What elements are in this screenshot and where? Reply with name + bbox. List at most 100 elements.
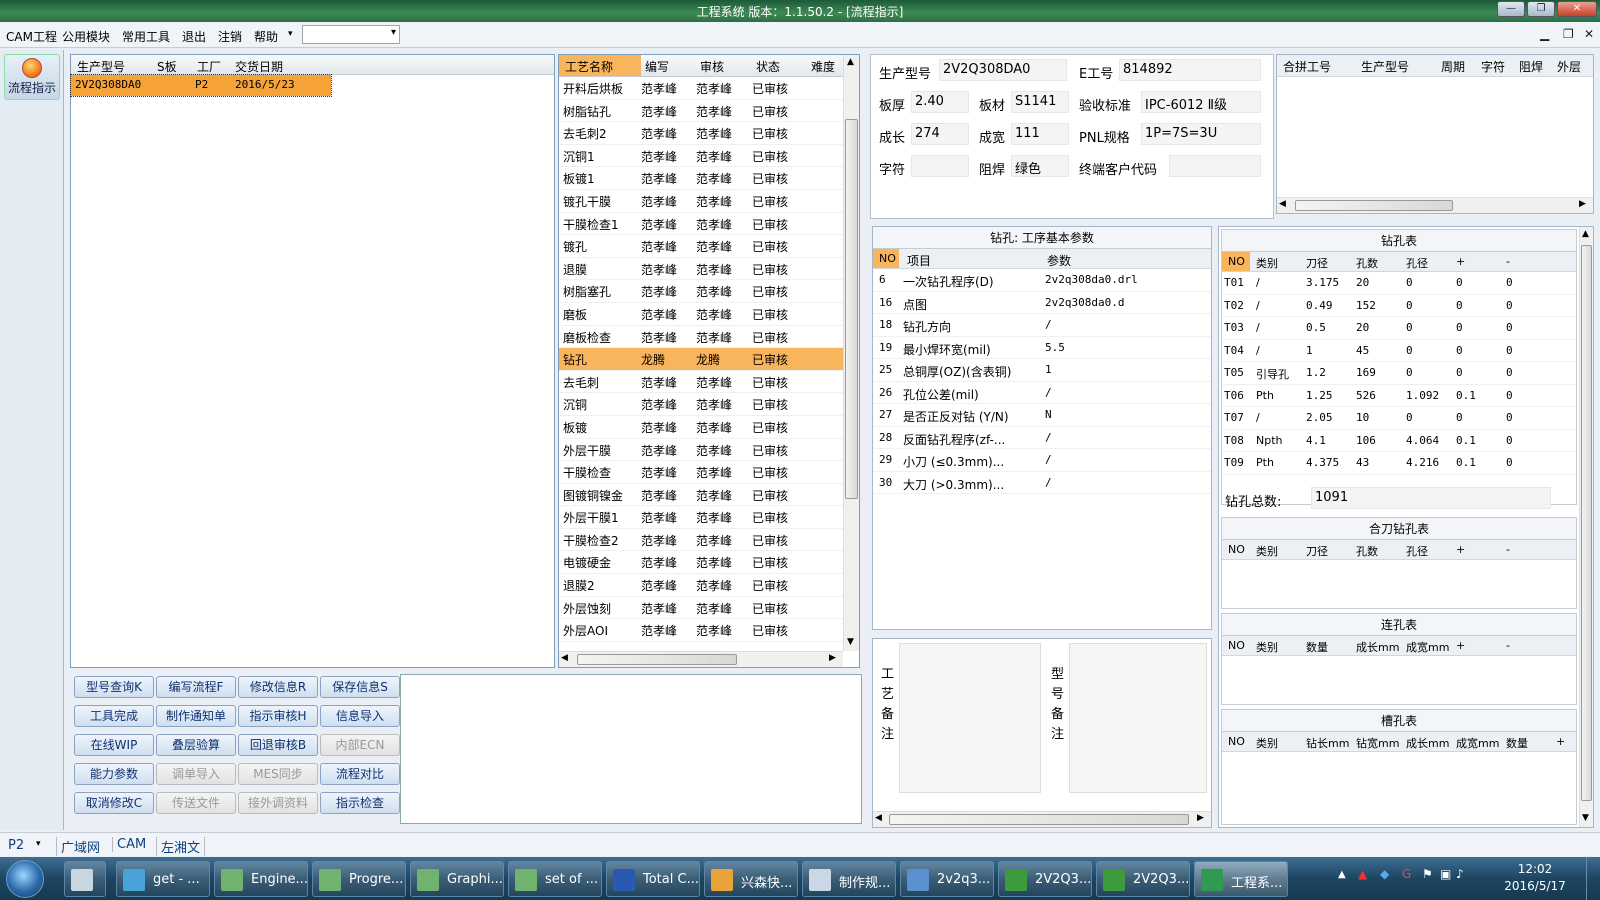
- knife-col[interactable]: 类别: [1256, 543, 1278, 559]
- col-combine-eno[interactable]: 合拼工号: [1283, 58, 1331, 75]
- action-button[interactable]: 指示审核H: [238, 705, 318, 727]
- chevron-down-icon[interactable]: ▾: [288, 29, 293, 39]
- process-row[interactable]: 去毛刺2 范孝峰 范孝峰 已审核: [559, 122, 843, 145]
- process-row[interactable]: 树脂塞孔 范孝峰 范孝峰 已审核: [559, 280, 843, 303]
- knife-col[interactable]: 孔数: [1356, 543, 1378, 559]
- eno-field[interactable]: 814892: [1119, 59, 1261, 81]
- message-area[interactable]: [400, 674, 862, 824]
- scroll-left-icon[interactable]: ◀: [875, 813, 882, 823]
- col-s-board[interactable]: S板: [157, 58, 177, 75]
- remarks-hscroll-thumb[interactable]: [889, 814, 1189, 825]
- col-combine-mask[interactable]: 阻焊: [1519, 58, 1543, 75]
- lian-col[interactable]: 类别: [1256, 639, 1278, 655]
- action-button[interactable]: 指示检查: [320, 792, 400, 814]
- col-status[interactable]: 状态: [756, 58, 780, 75]
- taskbar-item[interactable]: Total C...: [606, 861, 700, 897]
- process-row[interactable]: 沉铜 范孝峰 范孝峰 已审核: [559, 393, 843, 416]
- params-row[interactable]: 27 是否正反对钻 (Y/N) N: [873, 404, 1211, 427]
- action-button[interactable]: 叠层验算: [156, 734, 236, 756]
- mdi-restore-icon[interactable]: ❐: [1563, 27, 1574, 41]
- cao-col[interactable]: 类别: [1256, 735, 1278, 751]
- process-row[interactable]: 外层AOI 范孝峰 范孝峰 已审核: [559, 619, 843, 642]
- scroll-right-icon[interactable]: ▶: [1197, 813, 1204, 823]
- taskbar-item[interactable]: 2V2Q3...: [998, 861, 1092, 897]
- process-row[interactable]: 干膜检查 范孝峰 范孝峰 已审核: [559, 461, 843, 484]
- cao-col[interactable]: 成长mm: [1406, 735, 1449, 751]
- scroll-down-icon[interactable]: ▼: [1582, 813, 1589, 823]
- status-cam[interactable]: CAM: [112, 837, 146, 852]
- standard-field[interactable]: IPC-6012 Ⅱ级: [1141, 91, 1261, 113]
- process-row[interactable]: 图镀铜镍金 范孝峰 范孝峰 已审核: [559, 484, 843, 507]
- params-row[interactable]: 18 钻孔方向 /: [873, 314, 1211, 337]
- params-row[interactable]: 28 反面钻孔程序(zf-... /: [873, 427, 1211, 449]
- taskbar-item[interactable]: set of ...: [508, 861, 602, 897]
- process-row[interactable]: 磨板 范孝峰 范孝峰 已审核: [559, 303, 843, 326]
- action-button[interactable]: 编写流程F: [156, 676, 236, 698]
- tray-network-icon[interactable]: ▣: [1440, 867, 1451, 881]
- scroll-right-icon[interactable]: ▶: [1579, 199, 1586, 209]
- status-network[interactable]: 广域网: [56, 837, 100, 856]
- col-difficulty[interactable]: 难度: [811, 58, 835, 75]
- taskbar-item[interactable]: Progre...: [312, 861, 406, 897]
- params-row[interactable]: 6 一次钻孔程序(D) 2v2q308da0.drl: [873, 269, 1211, 292]
- lian-col[interactable]: 成宽mm: [1406, 639, 1449, 655]
- combine-hscroll-thumb[interactable]: [1295, 200, 1453, 211]
- menu-help[interactable]: 帮助: [254, 28, 278, 45]
- knife-col[interactable]: -: [1506, 543, 1510, 556]
- params-row[interactable]: 30 大刀 (>0.3mm)... /: [873, 472, 1211, 494]
- drill-row[interactable]: T04 / 1 45 0 0 0: [1222, 340, 1576, 362]
- scroll-down-icon[interactable]: ▼: [847, 637, 854, 647]
- menu-cam[interactable]: CAM工程: [6, 28, 57, 45]
- drill-panel-vscroll[interactable]: ▲ ▼: [1579, 227, 1593, 827]
- close-button[interactable]: ✕: [1557, 1, 1597, 17]
- cao-col[interactable]: 钻宽mm: [1356, 735, 1399, 751]
- lian-col[interactable]: -: [1506, 639, 1510, 652]
- process-row[interactable]: 开料后烘板 范孝峰 范孝峰 已审核: [559, 77, 843, 100]
- action-button[interactable]: 在线WIP: [74, 734, 154, 756]
- action-button[interactable]: 工具完成: [74, 705, 154, 727]
- knife-col[interactable]: 孔径: [1406, 543, 1428, 559]
- process-hscroll-thumb[interactable]: [577, 654, 737, 665]
- calculator-task[interactable]: [64, 861, 106, 897]
- action-button[interactable]: 保存信息S: [320, 676, 400, 698]
- start-button[interactable]: [6, 860, 44, 898]
- drill-col[interactable]: 孔径: [1406, 255, 1428, 271]
- drill-col[interactable]: NO: [1228, 255, 1245, 268]
- process-row[interactable]: 树脂钻孔 范孝峰 范孝峰 已审核: [559, 100, 843, 123]
- menu-exit[interactable]: 退出: [182, 28, 206, 45]
- scroll-up-icon[interactable]: ▲: [1582, 229, 1589, 239]
- action-button[interactable]: 流程对比: [320, 763, 400, 785]
- process-row[interactable]: 外层蚀刻 范孝峰 范孝峰 已审核: [559, 597, 843, 620]
- status-user[interactable]: 左湘文: [156, 837, 206, 856]
- show-desktop-button[interactable]: [1586, 857, 1600, 900]
- mdi-close-icon[interactable]: ✕: [1584, 27, 1594, 41]
- lian-col[interactable]: 成长mm: [1356, 639, 1399, 655]
- scroll-right-icon[interactable]: ▶: [829, 653, 836, 663]
- taskbar-item[interactable]: 制作规...: [802, 861, 896, 897]
- char-field[interactable]: [911, 155, 969, 177]
- params-row[interactable]: 25 总铜厚(OZ)(含表铜) 1: [873, 359, 1211, 382]
- col-combine-model[interactable]: 生产型号: [1361, 58, 1409, 75]
- drill-col[interactable]: -: [1506, 255, 1510, 268]
- menu-logout[interactable]: 注销: [218, 28, 242, 45]
- lian-col[interactable]: +: [1456, 639, 1465, 652]
- drill-row[interactable]: T01 / 3.175 20 0 0 0: [1222, 272, 1576, 295]
- length-field[interactable]: 274: [911, 123, 969, 145]
- drill-col[interactable]: 刀径: [1306, 255, 1328, 271]
- tray-app-icon[interactable]: ▲: [1358, 867, 1367, 881]
- drill-row[interactable]: T03 / 0.5 20 0 0 0: [1222, 317, 1576, 340]
- menu-common-tools[interactable]: 常用工具: [122, 28, 170, 45]
- knife-col[interactable]: 刀径: [1306, 543, 1328, 559]
- params-row[interactable]: 26 孔位公差(mil) /: [873, 382, 1211, 404]
- action-button[interactable]: 修改信息R: [238, 676, 318, 698]
- params-row[interactable]: 16 点图 2v2q308da0.d: [873, 292, 1211, 314]
- col-combine-cycle[interactable]: 周期: [1441, 58, 1465, 75]
- process-row[interactable]: 外层干膜 范孝峰 范孝峰 已审核: [559, 439, 843, 462]
- tray-app2-icon[interactable]: ◆: [1380, 867, 1389, 881]
- cao-col[interactable]: NO: [1228, 735, 1245, 748]
- tray-volume-icon[interactable]: ♪: [1456, 867, 1464, 881]
- tray-app3-icon[interactable]: G: [1402, 867, 1411, 881]
- scroll-left-icon[interactable]: ◀: [1279, 199, 1286, 209]
- menu-combo-box[interactable]: [302, 25, 400, 44]
- remarks-hscroll[interactable]: ◀ ▶: [873, 811, 1211, 827]
